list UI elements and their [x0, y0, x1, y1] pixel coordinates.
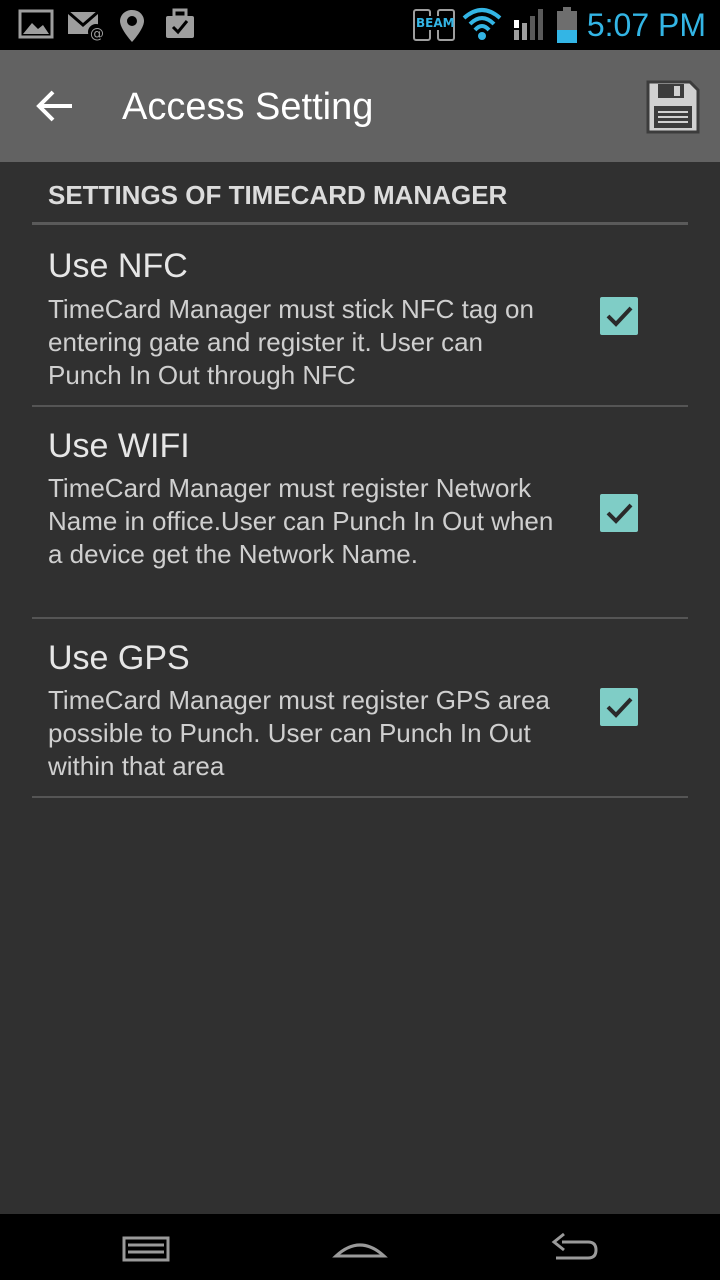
section-header: SETTINGS OF TIMECARD MANAGER	[48, 180, 508, 210]
save-button[interactable]	[640, 74, 704, 138]
checkmark-icon	[606, 697, 633, 718]
section-divider	[32, 222, 688, 225]
back-icon[interactable]	[546, 1228, 602, 1268]
row-divider	[32, 796, 688, 798]
arrow-left-icon	[36, 90, 72, 122]
row-divider	[32, 617, 688, 619]
back-button[interactable]	[20, 78, 92, 134]
email-icon: @	[67, 10, 104, 42]
pref-summary: TimeCard Manager must stick NFC tag on e…	[48, 294, 534, 390]
wifi-icon	[462, 8, 502, 40]
recent-apps-icon[interactable]	[118, 1228, 174, 1268]
row-divider	[32, 405, 688, 407]
pref-summary: TimeCard Manager must register GPS area …	[48, 685, 550, 781]
beam-label: BEAM	[416, 16, 455, 30]
pref-row-nfc[interactable]: Use NFC TimeCard Manager must stick NFC …	[32, 226, 688, 408]
signal-icon	[514, 9, 543, 40]
svg-text:@: @	[90, 26, 104, 42]
nfc-checkbox[interactable]	[600, 297, 638, 335]
wifi-checkbox[interactable]	[600, 494, 638, 532]
action-bar: Access Setting	[0, 50, 720, 162]
page-title: Access Setting	[122, 86, 374, 128]
pref-row-gps[interactable]: Use GPS TimeCard Manager must register G…	[32, 620, 688, 800]
gps-checkbox[interactable]	[600, 688, 638, 726]
screen: @ BEAM 5:07 PM Access Setting SETTINGS O…	[0, 0, 720, 1280]
status-time: 5:07 PM	[586, 7, 706, 43]
pref-title: Use NFC	[48, 247, 188, 285]
briefcase-icon	[166, 8, 194, 38]
pref-summary: TimeCard Manager must register Network N…	[48, 473, 554, 569]
floppy-disk-icon	[646, 80, 700, 134]
location-pin-icon	[120, 10, 144, 42]
image-icon	[18, 9, 54, 39]
checkmark-icon	[606, 503, 633, 524]
checkmark-icon	[606, 306, 633, 327]
pref-row-wifi[interactable]: Use WIFI TimeCard Manager must register …	[32, 408, 688, 620]
status-bar: @ BEAM 5:07 PM	[0, 0, 720, 50]
pref-title: Use GPS	[48, 639, 190, 677]
home-icon[interactable]	[332, 1228, 388, 1268]
nav-bar	[0, 1214, 720, 1280]
battery-icon	[557, 7, 577, 43]
pref-title: Use WIFI	[48, 427, 190, 465]
